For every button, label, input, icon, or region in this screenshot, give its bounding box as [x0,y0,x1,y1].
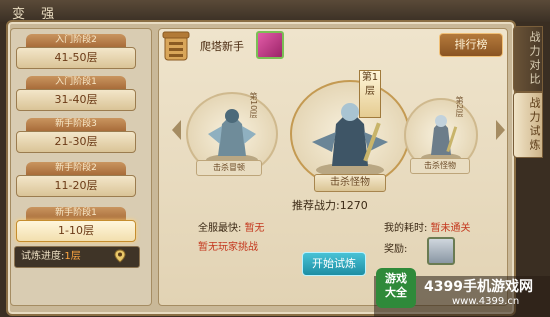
stage-item-novice-1[interactable]: 新手阶段1 1-10层 [16,207,136,242]
stage-item-novice-3[interactable]: 新手阶段3 21-30层 [16,118,136,153]
start-trial-button[interactable]: 开始试炼 [302,252,366,276]
stage-label: 新手阶段1 [26,207,126,220]
arrow-left-icon[interactable] [172,120,181,140]
watermark-url: www.4399.cn [452,296,520,307]
my-time-value: 暂未通关 [430,223,471,234]
tab-battle-compare[interactable]: 战力对比 [513,26,543,92]
stage-item-novice-2[interactable]: 新手阶段2 11-20层 [16,162,136,197]
fastest-record: 全服最快: 暂无 [198,219,265,234]
floor-caption-prev: 击杀冒顿 [196,160,262,176]
floor-level-current: 第1层 [359,70,381,118]
floor-caption-current: 击杀怪物 [314,174,386,192]
reward-label: 奖励: [384,244,408,255]
fastest-value: 暂无 [244,223,265,234]
stage-range-button[interactable]: 11-20层 [16,175,136,197]
tab-battle-trial[interactable]: 战力试炼 [513,92,543,158]
top-strip: 变 强 [0,0,550,22]
tower-name: 爬塔新手 [200,40,244,53]
stage-range-button[interactable]: 41-50层 [16,47,136,69]
stage-label: 新手阶段3 [26,118,126,131]
stage-label: 新手阶段2 [26,162,126,175]
arrow-right-icon[interactable] [496,120,505,140]
stage-item-entry-1[interactable]: 入门阶段1 31-40层 [16,76,136,111]
monster-figure-icon [312,103,388,177]
skill-book-icon[interactable] [256,31,284,59]
my-time-label: 我的耗时: [384,223,428,234]
floor-level-prev: 第10层 [249,92,258,119]
floor-level-next: 第2层 [455,96,464,118]
recommended-power: 推荐战力:1270 [292,199,368,212]
my-time: 我的耗时: 暂未通关 [384,219,471,234]
watermark-text: 4399手机游戏网 [424,279,533,295]
stage-item-entry-2[interactable]: 入门阶段2 41-50层 [16,34,136,69]
stage-range-button-selected[interactable]: 1-10层 [16,220,136,242]
stage-range-button[interactable]: 21-30层 [16,131,136,153]
tower-icon [162,31,190,61]
watermark-logo: 游戏 大全 [376,268,416,308]
no-challenger-text: 暂无玩家挑战 [198,242,258,253]
stage-range-button[interactable]: 31-40层 [16,89,136,111]
floor-caption-next: 击杀怪物 [410,158,470,174]
reward-item-icon[interactable] [427,237,455,265]
location-pin-icon [114,249,126,263]
leaderboard-button[interactable]: 排行榜 [439,33,503,57]
stage-label: 入门阶段1 [26,76,126,89]
progress-label: 试炼进度: [21,251,65,262]
stage-label: 入门阶段2 [26,34,126,47]
floor-card-current[interactable] [290,80,410,188]
fastest-label: 全服最快: [198,223,242,234]
progress-value: 1层 [64,251,81,262]
